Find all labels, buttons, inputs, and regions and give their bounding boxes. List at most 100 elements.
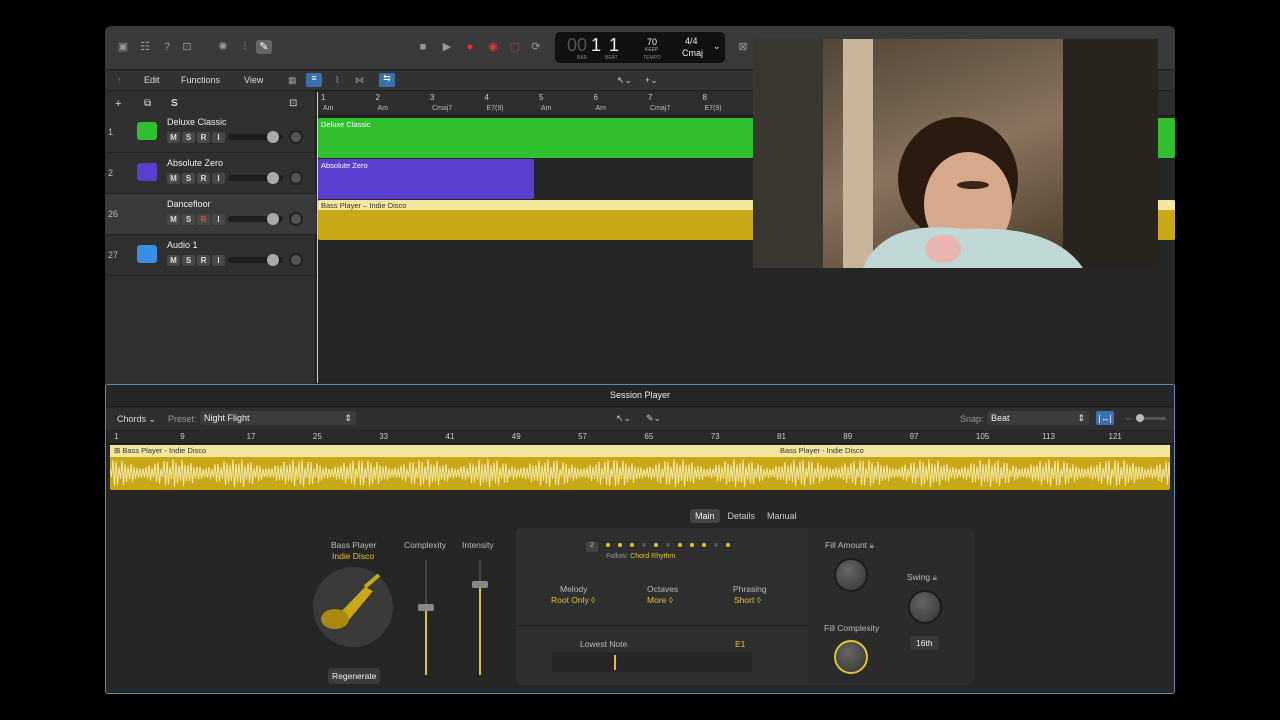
volume-slider[interactable] [228, 254, 283, 266]
octaves-dropdown[interactable]: More ◊ [647, 595, 673, 605]
editors-icon[interactable]: ✎ [256, 40, 272, 54]
rhythm-dot[interactable] [678, 543, 682, 547]
bass-guitar-icon[interactable] [313, 567, 393, 647]
follow-value[interactable]: Chord Rhythm [630, 553, 675, 560]
browser-icon[interactable]: ⊡ [179, 40, 195, 54]
region-absolute-zero[interactable]: Absolute Zero [318, 159, 534, 199]
snap-dropdown[interactable]: Beat ⇕ [987, 411, 1089, 425]
tab-manual[interactable]: Manual [763, 509, 801, 523]
solo-button[interactable]: S [182, 214, 195, 225]
track-name[interactable]: Audio 1 [167, 240, 198, 250]
lcd-display[interactable]: 00 1 1 BAR BEAT 70 KEEP TEMPO 4/4 Cmaj ⌄ [555, 32, 725, 63]
rhythm-dot[interactable] [642, 543, 646, 547]
chord-marker[interactable]: E7(9) [487, 105, 504, 112]
global-solo-button[interactable]: S [171, 98, 178, 109]
functions-menu[interactable]: Functions [181, 75, 220, 85]
record-enable-button[interactable]: R [197, 132, 210, 143]
track-name[interactable]: Dancefloor [167, 199, 211, 209]
fill-amount-knob[interactable] [834, 558, 868, 592]
rhythm-dot[interactable] [726, 543, 730, 547]
inspector-icon[interactable]: ☷ [137, 40, 153, 54]
input-monitor-button[interactable]: I [212, 255, 225, 266]
record-button[interactable]: ● [462, 40, 478, 54]
zoom-slider[interactable] [1136, 414, 1166, 422]
chord-marker[interactable]: Am [323, 105, 334, 112]
rhythm-dot[interactable] [618, 543, 622, 547]
secondary-tool-icon[interactable]: +⌄ [645, 75, 658, 86]
lowest-note-slider[interactable] [552, 652, 752, 672]
automation-icon[interactable]: ⌇ [335, 75, 339, 86]
regenerate-button[interactable]: Regenerate [328, 668, 381, 684]
pointer-tool-icon[interactable]: ↖⌄ [616, 413, 631, 424]
track-settings-icon[interactable]: ⊡ [289, 98, 297, 109]
close-icon[interactable]: ⊠ [735, 40, 751, 54]
library-icon[interactable]: ▣ [115, 40, 131, 54]
volume-slider[interactable] [228, 131, 283, 143]
play-button[interactable]: ▶ [439, 40, 455, 54]
track-row[interactable]: 27 Audio 1 MSRI [105, 235, 316, 276]
mute-button[interactable]: M [167, 132, 180, 143]
intensity-slider[interactable] [472, 560, 488, 675]
session-region[interactable]: ⊞ Bass Player - Indie Disco Bass Player … [110, 445, 1170, 490]
chord-marker[interactable]: Am [378, 105, 389, 112]
chord-marker[interactable]: E7(9) [705, 105, 722, 112]
rhythm-dot[interactable] [690, 543, 694, 547]
session-ruler[interactable]: 1 9 17 25 33 41 49 57 65 73 81 89 97 105 113 121 [110, 431, 1174, 444]
mixer-icon[interactable]: ⫶ [237, 40, 253, 54]
view-menu[interactable]: View [244, 75, 263, 85]
mute-button[interactable]: M [167, 214, 180, 225]
fit-icon[interactable]: |↔| [1096, 411, 1114, 425]
edit-menu[interactable]: Edit [144, 75, 160, 85]
rhythm-dot[interactable] [714, 543, 718, 547]
player-style[interactable]: Indie Disco [332, 551, 374, 561]
help-icon[interactable]: ? [159, 40, 175, 54]
duplicate-track-button[interactable]: ⧉ [144, 98, 151, 109]
replace-button[interactable]: ▢ [507, 40, 523, 54]
pan-knob[interactable] [289, 212, 303, 226]
rhythm-dot[interactable] [666, 543, 670, 547]
pencil-tool-icon[interactable]: ✎⌄ [646, 413, 661, 424]
rhythm-dot[interactable] [702, 543, 706, 547]
chord-marker[interactable]: Cmaj7 [650, 105, 670, 112]
track-row[interactable]: 26 Dancefloor MSRI [105, 194, 316, 235]
phrasing-dropdown[interactable]: Short ◊ [734, 595, 761, 605]
pan-knob[interactable] [289, 171, 303, 185]
rhythm-dot[interactable] [630, 543, 634, 547]
swing-resolution[interactable]: 16th [910, 636, 939, 650]
flex-icon[interactable]: ⋈ [355, 75, 364, 86]
track-row[interactable]: 1 Deluxe Classic MSRI [105, 112, 316, 153]
record-enable-button[interactable]: R [197, 255, 210, 266]
track-name[interactable]: Deluxe Classic [167, 117, 227, 127]
rhythm-dot[interactable] [654, 543, 658, 547]
preset-dropdown[interactable]: Night Flight ⇕ [200, 411, 356, 425]
fill-complexity-knob[interactable] [834, 640, 868, 674]
track-name[interactable]: Absolute Zero [167, 158, 223, 168]
volume-slider[interactable] [228, 213, 283, 225]
catch-icon[interactable]: ⇆ [379, 73, 395, 87]
solo-button[interactable]: S [182, 132, 195, 143]
input-monitor-button[interactable]: I [212, 132, 225, 143]
chevron-down-icon[interactable]: ⌄ [713, 41, 721, 52]
pan-knob[interactable] [289, 130, 303, 144]
mute-button[interactable]: M [167, 255, 180, 266]
complexity-slider[interactable] [418, 560, 434, 675]
input-monitor-button[interactable]: I [212, 214, 225, 225]
chord-marker[interactable]: Am [596, 105, 607, 112]
chord-marker[interactable]: Am [541, 105, 552, 112]
capture-record-button[interactable]: ◉ [485, 40, 501, 54]
list-icon[interactable]: ≡ [306, 73, 322, 87]
volume-slider[interactable] [228, 172, 283, 184]
rhythm-dot[interactable] [606, 543, 610, 547]
playhead[interactable] [317, 92, 318, 383]
smart-controls-icon[interactable]: ✺ [215, 40, 231, 54]
mute-button[interactable]: M [167, 173, 180, 184]
tab-details[interactable]: Details [724, 509, 760, 523]
cycle-button[interactable]: ⟳ [528, 40, 544, 54]
record-enable-button[interactable]: R [197, 173, 210, 184]
stop-button[interactable]: ■ [415, 40, 431, 54]
tab-main[interactable]: Main [690, 509, 720, 523]
add-track-button[interactable]: + [115, 98, 121, 110]
chord-marker[interactable]: Cmaj7 [432, 105, 452, 112]
swing-knob[interactable] [908, 590, 942, 624]
input-monitor-button[interactable]: I [212, 173, 225, 184]
